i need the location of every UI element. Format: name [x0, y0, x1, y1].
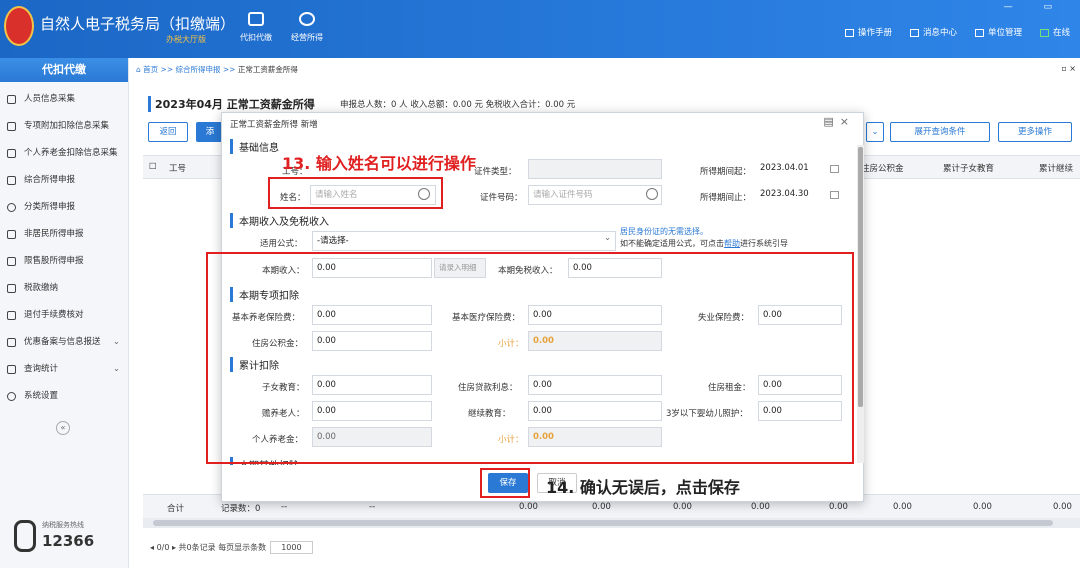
annotation-step-14: 14. 确认无误后，点击保存: [546, 478, 740, 497]
prev-page-icon[interactable]: ◂: [150, 543, 154, 552]
name-highlight-box: [268, 177, 443, 209]
sidebar-item-preferential[interactable]: 优惠备案与信息报送 ⌄: [0, 329, 128, 356]
page-size-input[interactable]: 1000: [270, 541, 313, 554]
section-income: 本期收入及免税收入: [230, 213, 329, 228]
sidebar-item-refund-fee[interactable]: 退付手续费核对: [0, 302, 128, 329]
manual-link[interactable]: 操作手册: [844, 26, 892, 38]
search-icon[interactable]: [646, 188, 658, 200]
dialog-controls: ▤×: [823, 115, 855, 128]
next-page-icon[interactable]: ▸: [172, 543, 176, 552]
expand-query-button[interactable]: 展开查询条件: [890, 122, 990, 142]
section-basic-info: 基础信息: [230, 139, 279, 154]
page-title: 2023年04月 正常工资薪金所得: [148, 96, 315, 112]
coins-icon: [299, 12, 315, 26]
hall-badge: 办税大厅版: [166, 35, 206, 44]
maximize-icon[interactable]: ▤: [823, 115, 839, 128]
list-icon: [7, 122, 16, 131]
online-link[interactable]: 在线: [1039, 26, 1070, 38]
close-page-icon[interactable]: ▫ ×: [1061, 64, 1076, 73]
hotline-label: 纳税服务热线: [42, 521, 84, 529]
sidebar-item-query[interactable]: 查询统计 ⌄: [0, 356, 128, 383]
breadcrumb-comprehensive[interactable]: 综合所得申报: [176, 65, 221, 74]
sidebar-header: 代扣代缴: [0, 58, 128, 82]
sidebar-item-person-info[interactable]: 人员信息采集: [0, 86, 128, 113]
wallet-icon: [248, 12, 264, 26]
sidebar-item-comprehensive[interactable]: 综合所得申报: [0, 167, 128, 194]
breadcrumb-current: 正常工资薪金所得: [237, 65, 298, 74]
app-title: 自然人电子税务局（扣缴端）: [40, 15, 236, 33]
dropdown-button[interactable]: ⌄: [866, 122, 884, 142]
withhold-button[interactable]: 代扣代缴: [232, 12, 280, 43]
business-income-button[interactable]: 经营所得: [283, 12, 331, 43]
fields-highlight-box: [206, 252, 854, 464]
unit-management-link[interactable]: 单位管理: [974, 26, 1022, 38]
dialog-title: 正常工资薪金所得 新增: [230, 120, 318, 130]
message-center-link[interactable]: 消息中心: [909, 26, 957, 38]
chevron-down-icon: ⌄: [604, 233, 612, 243]
chevron-down-icon: ⌄: [112, 364, 120, 374]
sidebar-item-settings[interactable]: 系统设置: [0, 383, 128, 410]
chevron-down-icon: ⌄: [112, 337, 120, 347]
horizontal-scrollbar[interactable]: [143, 518, 1080, 528]
select-all-checkbox[interactable]: ☐: [149, 162, 157, 172]
formula-help-note: 如不能确定适用公式，可点击帮助进行系统引导: [620, 239, 788, 248]
file-icon: [7, 338, 16, 347]
book-icon: [844, 28, 854, 37]
tax-bureau-logo: [4, 6, 34, 46]
bar-chart-icon: [7, 257, 16, 266]
mail-icon: [909, 28, 919, 37]
back-button[interactable]: 返回: [148, 122, 188, 142]
sidebar-item-nonresident[interactable]: 非居民所得申报: [0, 221, 128, 248]
hotline-icon: [14, 520, 36, 552]
document-icon: [7, 311, 16, 320]
hotline-number: 12366: [42, 532, 95, 550]
add-button[interactable]: 添: [196, 122, 224, 142]
window-controls[interactable]: — ▭: [1004, 2, 1066, 12]
breadcrumb-home[interactable]: 首页: [143, 65, 158, 74]
sidebar-item-tax-payment[interactable]: 税款缴纳: [0, 275, 128, 302]
pie-icon: [7, 203, 16, 212]
collapse-sidebar-icon[interactable]: «: [56, 421, 70, 435]
top-bar: 自然人电子税务局（扣缴端） 办税大厅版 代扣代缴 经营所得 — ▭ 操作手册 消…: [0, 0, 1080, 58]
top-links: 操作手册 消息中心 单位管理 在线: [844, 26, 1070, 38]
sidebar-item-restricted-stock[interactable]: 限售股所得申报: [0, 248, 128, 275]
annotation-step-13: 13. 输入姓名可以进行操作: [282, 154, 476, 173]
sidebar-item-classified[interactable]: 分类所得申报: [0, 194, 128, 221]
formula-note: 居民身份证的无需选择。: [620, 227, 708, 236]
query-icon: [7, 365, 16, 374]
hotline: 纳税服务热线 12366: [14, 516, 124, 556]
declare-stats: 申报总人数：0 人 收入总额：0.00 元 免税收入合计：0.00 元: [340, 100, 576, 110]
more-actions-button[interactable]: 更多操作: [998, 122, 1072, 142]
id-type-select[interactable]: [528, 159, 662, 179]
gear-icon: [7, 392, 16, 401]
id-number-input[interactable]: 请输入证件号码: [528, 185, 662, 205]
breadcrumb: ⌂ 首页 >> 综合所得申报 >> 正常工资薪金所得: [136, 65, 298, 74]
calendar-icon[interactable]: [830, 165, 839, 173]
user-icon: [7, 230, 16, 239]
formula-select[interactable]: -请选择-: [312, 231, 616, 251]
pagination: ◂ 0/0 ▸ 共0条记录 每页显示条数 1000: [150, 541, 313, 554]
save-highlight-box: [480, 468, 530, 498]
close-icon[interactable]: ×: [840, 115, 855, 128]
dialog-scrollbar[interactable]: [857, 145, 864, 463]
card-icon: [7, 284, 16, 293]
layers-icon: [7, 176, 16, 185]
sidebar: 代扣代缴 人员信息采集 专项附加扣除信息采集 个人养老金扣除信息采集 综合所得申…: [0, 58, 129, 568]
person-icon: [7, 95, 16, 104]
calendar-icon[interactable]: [830, 191, 839, 199]
id-card-icon: [7, 149, 16, 158]
sidebar-item-pension-deduction[interactable]: 个人养老金扣除信息采集: [0, 140, 128, 167]
help-link[interactable]: 帮助: [724, 239, 740, 248]
sidebar-item-special-deduction[interactable]: 专项附加扣除信息采集: [0, 113, 128, 140]
building-icon: [974, 28, 984, 37]
monitor-icon: [1039, 28, 1049, 37]
